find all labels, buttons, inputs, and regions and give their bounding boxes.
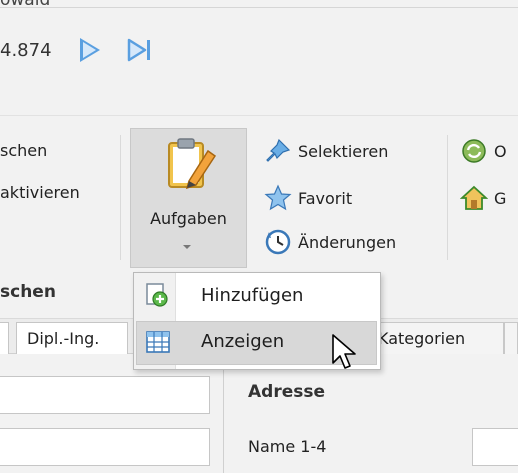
clipboard-icon <box>168 138 217 190</box>
mouse-cursor-icon <box>332 334 356 369</box>
tab-kategorien-label: Kategorien <box>378 329 466 348</box>
chevron-down-icon <box>183 245 191 249</box>
aufgaben-label: Aufgaben <box>150 209 227 228</box>
section-adresse: Adresse <box>248 382 326 402</box>
selektieren-label: Selektieren <box>298 141 389 161</box>
title-combo[interactable]: Dipl.-Ing. <box>16 322 128 356</box>
panel-divider <box>223 354 224 473</box>
ribbon-separator-2 <box>447 135 448 260</box>
ribbon-group-label: schen <box>0 282 56 302</box>
aenderungen-button[interactable]: Änderungen <box>264 228 396 256</box>
aenderungen-label: Änderungen <box>298 232 397 252</box>
ribbon-left-item-1[interactable]: schen <box>0 141 47 160</box>
name-label: Name 1-4 <box>248 437 327 456</box>
ribbon-right-item-2-label: G <box>494 188 507 208</box>
ribbon-separator <box>120 135 121 260</box>
grid-icon <box>146 331 170 353</box>
favorit-label: Favorit <box>298 188 353 208</box>
ribbon-right-item-2[interactable]: G <box>460 184 506 212</box>
last-record-icon[interactable] <box>127 38 153 62</box>
name-input[interactable] <box>472 428 518 466</box>
tab-next[interactable] <box>504 322 518 354</box>
ribbon-right-item-1[interactable]: O <box>460 137 507 165</box>
home-icon <box>460 185 488 210</box>
pin-icon <box>266 138 291 162</box>
history-icon <box>265 229 291 255</box>
star-icon <box>264 184 292 211</box>
ribbon-right-item-1-label: O <box>494 141 507 161</box>
window-title: owald <box>0 0 51 10</box>
ribbon-left-item-2[interactable]: aktivieren <box>0 183 80 202</box>
selektieren-button[interactable]: Selektieren <box>264 137 388 165</box>
menu-item-anzeigen-label: Anzeigen <box>201 331 285 352</box>
menu-item-hinzufuegen-label: Hinzufügen <box>201 285 304 306</box>
next-record-icon[interactable] <box>80 38 100 62</box>
title-divider <box>0 7 518 8</box>
favorit-button[interactable]: Favorit <box>264 184 352 212</box>
refresh-icon <box>462 139 486 163</box>
add-icon <box>146 283 168 307</box>
record-counter: 4.874 <box>0 40 52 61</box>
input-field-1[interactable] <box>0 376 210 414</box>
input-field-2[interactable] <box>0 428 210 466</box>
title-combo-value: Dipl.-Ing. <box>27 329 100 348</box>
combo-partial[interactable] <box>0 322 9 356</box>
